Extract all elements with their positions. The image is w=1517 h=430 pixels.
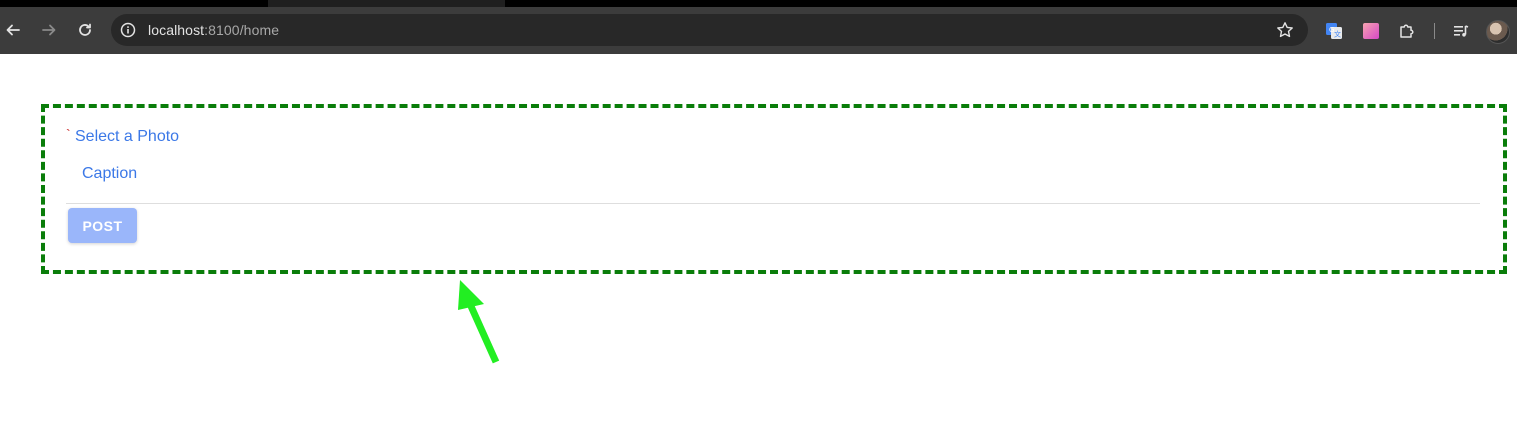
divider-line [66,203,1480,204]
arrow-left-icon [6,24,20,36]
url-text: localhost:8100/home [148,22,279,38]
tab-inactive[interactable] [0,0,268,7]
caption-input[interactable]: Caption [82,165,137,183]
tab-strip [0,0,1517,7]
url-path: :8100/home [204,22,280,38]
reload-icon [79,23,91,36]
translate-icon[interactable]: G 文 [1324,21,1344,41]
svg-text:文: 文 [1334,30,1341,39]
puzzle-icon[interactable] [1397,21,1417,41]
forward-button[interactable] [36,17,62,43]
star-icon[interactable] [1276,21,1294,39]
url-host: localhost [148,22,205,38]
annotation-arrow-icon [458,280,500,364]
reload-button[interactable] [72,17,98,43]
back-button[interactable] [0,17,26,43]
select-photo-link[interactable]: Select a Photo [75,128,179,146]
stray-character: ` [66,126,71,142]
toolbar-divider [1434,23,1435,39]
highlight-box [41,104,1507,274]
avatar[interactable] [1486,20,1510,44]
browser-toolbar: localhost:8100/home G 文 [0,7,1517,54]
info-icon[interactable] [120,22,136,38]
address-bar[interactable]: localhost:8100/home [111,14,1308,46]
media-queue-icon[interactable] [1451,21,1471,41]
gradient-square-icon[interactable] [1361,21,1381,41]
tab-strip-fill [505,0,1517,7]
post-button[interactable]: POST [68,208,137,243]
arrow-right-icon [42,24,56,36]
